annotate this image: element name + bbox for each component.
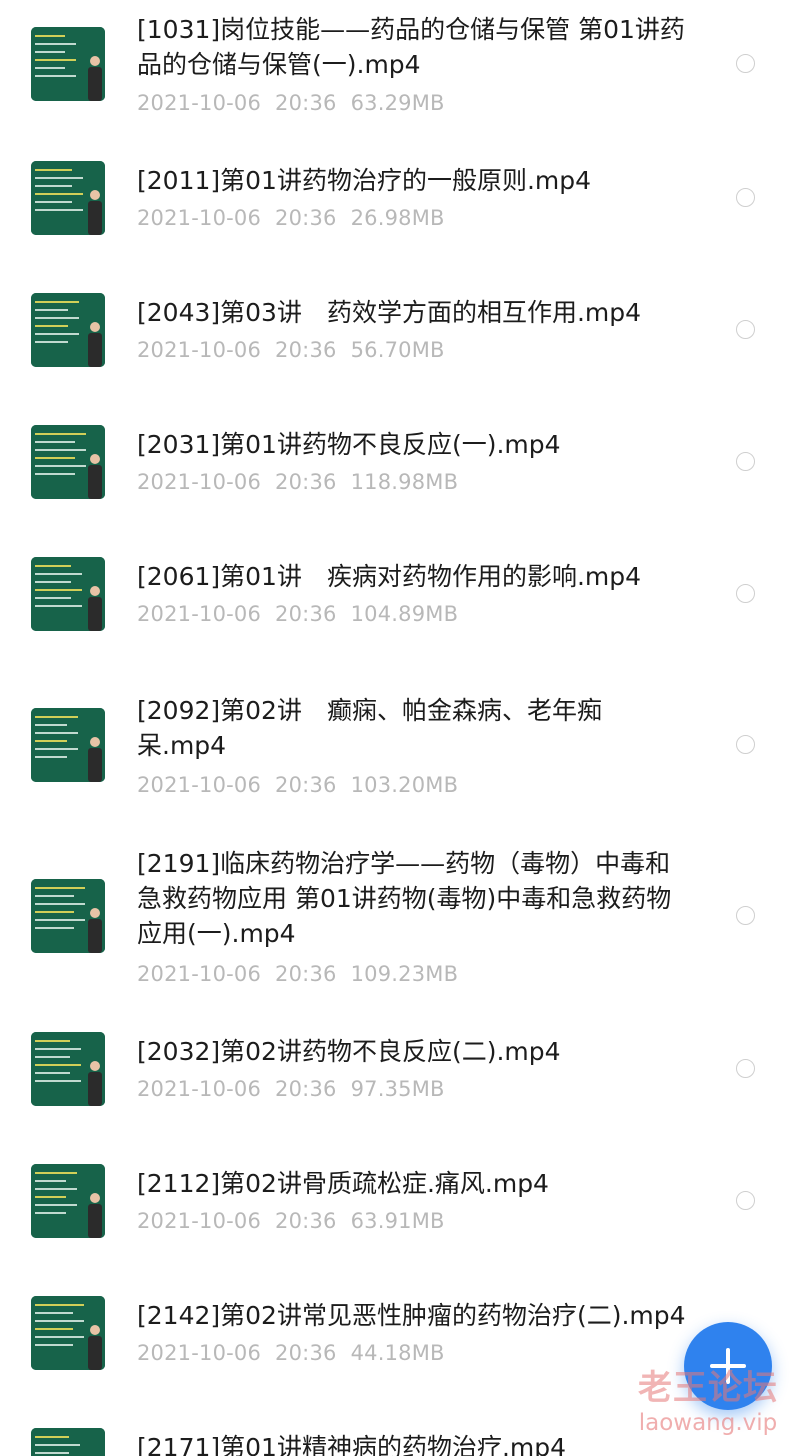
file-title: [2112]第02讲骨质疏松症.痛风.mp4 (137, 1169, 549, 1198)
watermark-en: laowang.vip (638, 1410, 778, 1436)
video-thumbnail (31, 1032, 105, 1106)
file-meta: 2021-10-06 20:36 109.23MB (137, 960, 472, 988)
file-meta: 2021-10-06 20:36 97.35MB (137, 1075, 459, 1103)
file-meta: 2021-10-06 20:36 103.20MB (137, 771, 472, 799)
file-meta: 2021-10-06 20:36 44.18MB (137, 1339, 459, 1367)
file-time: 20:36 (275, 1341, 337, 1365)
file-title: [2011]第01讲药物治疗的一般原则.mp4 (137, 166, 592, 195)
select-radio[interactable] (736, 452, 755, 471)
lecture-thumbnail-graphic (31, 27, 105, 101)
file-date: 2021-10-06 (137, 1077, 262, 1101)
select-radio[interactable] (736, 906, 755, 925)
file-title: [2032]第02讲药物不良反应(二).mp4 (137, 1037, 561, 1066)
watermark: 老王论坛 laowang.vip (616, 1368, 800, 1438)
file-size: 44.18MB (350, 1341, 445, 1365)
file-time: 20:36 (275, 602, 337, 626)
file-date: 2021-10-06 (137, 1209, 262, 1233)
file-size: 104.89MB (350, 602, 459, 626)
lecture-thumbnail-graphic (31, 879, 105, 953)
file-time: 20:36 (275, 773, 337, 797)
select-radio[interactable] (736, 584, 755, 603)
file-meta: 2021-10-06 20:36 118.98MB (137, 468, 472, 496)
file-time: 20:36 (275, 206, 337, 230)
file-date: 2021-10-06 (137, 1341, 262, 1365)
file-meta: 2021-10-06 20:36 63.91MB (137, 1207, 459, 1235)
file-meta: 2021-10-06 20:36 56.70MB (137, 336, 459, 364)
file-meta: 2021-10-06 20:36 104.89MB (137, 600, 472, 628)
video-thumbnail (31, 1428, 105, 1456)
select-radio[interactable] (736, 188, 755, 207)
video-thumbnail (31, 27, 105, 101)
file-size: 26.98MB (350, 206, 445, 230)
file-title: [2171]第01讲精神病的药物治疗.mp4 (137, 1433, 567, 1456)
select-radio[interactable] (736, 54, 755, 73)
file-date: 2021-10-06 (137, 91, 262, 115)
select-radio[interactable] (736, 1191, 755, 1210)
file-time: 20:36 (275, 338, 337, 362)
lecture-thumbnail-graphic (31, 1032, 105, 1106)
lecture-thumbnail-graphic (31, 1428, 105, 1456)
video-thumbnail (31, 557, 105, 631)
file-time: 20:36 (275, 470, 337, 494)
video-thumbnail (31, 161, 105, 235)
file-title: [1031]岗位技能——药品的仓储与保管 第01讲药品的仓储与保管(一).mp4 (137, 15, 685, 79)
file-time: 20:36 (275, 962, 337, 986)
file-size: 63.29MB (350, 91, 445, 115)
lecture-thumbnail-graphic (31, 1164, 105, 1238)
file-time: 20:36 (275, 1209, 337, 1233)
file-size: 109.23MB (350, 962, 459, 986)
lecture-thumbnail-graphic (31, 425, 105, 499)
lecture-thumbnail-graphic (31, 293, 105, 367)
video-thumbnail (31, 708, 105, 782)
lecture-thumbnail-graphic (31, 161, 105, 235)
file-title: [2191]临床药物治疗学——药物（毒物）中毒和急救药物应用 第01讲药物(毒物… (137, 849, 672, 948)
watermark-cn: 老王论坛 (638, 1368, 778, 1408)
video-thumbnail (31, 425, 105, 499)
file-size: 103.20MB (350, 773, 459, 797)
file-date: 2021-10-06 (137, 470, 262, 494)
video-thumbnail (31, 879, 105, 953)
file-title: [2092]第02讲 癫痫、帕金森病、老年痴呆.mp4 (137, 696, 602, 760)
file-date: 2021-10-06 (137, 773, 262, 797)
select-radio[interactable] (736, 1059, 755, 1078)
file-title: [2061]第01讲 疾病对药物作用的影响.mp4 (137, 562, 642, 591)
file-time: 20:36 (275, 1077, 337, 1101)
file-date: 2021-10-06 (137, 962, 262, 986)
file-meta: 2021-10-06 20:36 26.98MB (137, 204, 459, 232)
file-size: 63.91MB (350, 1209, 445, 1233)
video-thumbnail (31, 293, 105, 367)
video-thumbnail (31, 1296, 105, 1370)
file-title: [2142]第02讲常见恶性肿瘤的药物治疗(二).mp4 (137, 1301, 686, 1330)
select-radio[interactable] (736, 735, 755, 754)
video-thumbnail (31, 1164, 105, 1238)
lecture-thumbnail-graphic (31, 1296, 105, 1370)
file-meta: 2021-10-06 20:36 63.29MB (137, 89, 459, 117)
file-size: 56.70MB (350, 338, 445, 362)
file-size: 118.98MB (350, 470, 459, 494)
file-title: [2031]第01讲药物不良反应(一).mp4 (137, 430, 561, 459)
file-date: 2021-10-06 (137, 602, 262, 626)
file-date: 2021-10-06 (137, 338, 262, 362)
file-time: 20:36 (275, 91, 337, 115)
file-date: 2021-10-06 (137, 206, 262, 230)
file-title: [2043]第03讲 药效学方面的相互作用.mp4 (137, 298, 642, 327)
lecture-thumbnail-graphic (31, 557, 105, 631)
file-size: 97.35MB (350, 1077, 445, 1101)
lecture-thumbnail-graphic (31, 708, 105, 782)
select-radio[interactable] (736, 320, 755, 339)
